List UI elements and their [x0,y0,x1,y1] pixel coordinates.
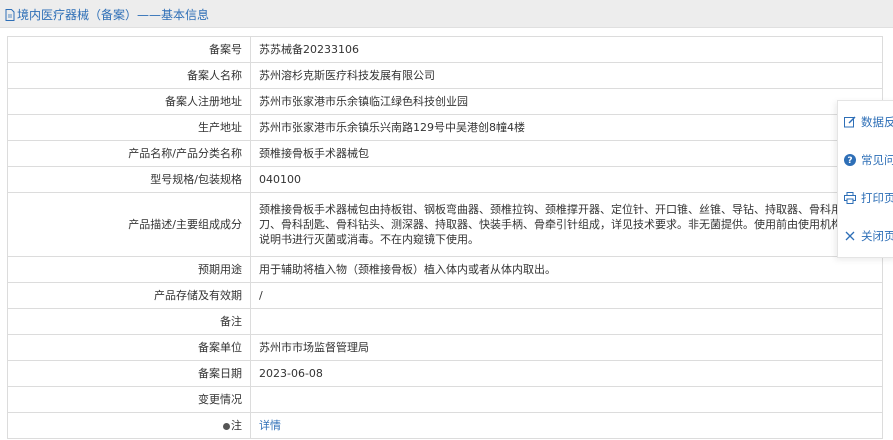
row-label: 产品描述/主要组成成分 [7,192,251,257]
row-label: 备注 [7,308,251,335]
table-row: 备案人注册地址 苏州市张家港市乐余镇临江绿色科技创业园 [7,88,883,115]
row-value [250,308,883,335]
edit-icon [844,116,856,128]
faq-button[interactable]: ? 常见问题 [838,141,893,179]
row-label: 注 [231,419,242,432]
table-row: 备注 [7,308,883,335]
table-row: 生产地址 苏州市张家港市乐余镇乐兴南路129号中吴港创8幢4楼 [7,114,883,141]
table-row: 备案单位 苏州市市场监督管理局 [7,334,883,361]
row-value: 颈椎接骨板手术器械包 [250,140,883,167]
document-icon [5,8,15,21]
page-header: 境内医疗器械（备案）——基本信息 [0,0,893,28]
feedback-label: 数据反馈 [861,115,893,129]
row-value: 苏州市市场监督管理局 [250,334,883,361]
row-value: 苏州市张家港市乐余镇临江绿色科技创业园 [250,88,883,115]
page-title: 境内医疗器械（备案）——基本信息 [5,6,209,23]
table-row: 产品名称/产品分类名称 颈椎接骨板手术器械包 [7,140,883,167]
question-icon: ? [844,154,856,166]
table-row: 变更情况 [7,386,883,413]
close-page-button[interactable]: 关闭页面 [838,217,893,255]
row-value: 2023-06-08 [250,360,883,387]
print-label: 打印页面 [861,191,893,205]
print-icon [844,192,856,204]
row-label: 预期用途 [7,256,251,283]
close-icon [845,231,855,241]
row-value: 苏州市张家港市乐余镇乐兴南路129号中吴港创8幢4楼 [250,114,883,141]
row-label: 型号规格/包装规格 [7,166,251,193]
info-table: 备案号 苏苏械备20233106 备案人名称 苏州溶杉克斯医疗科技发展有限公司 … [7,36,883,439]
row-label: 备案日期 [7,360,251,387]
row-label: 备案号 [7,36,251,63]
details-link[interactable]: 详情 [259,419,281,432]
table-row: 注 详情 [7,412,883,439]
table-row: 预期用途 用于辅助将植入物（颈椎接骨板）植入体内或者从体内取出。 [7,256,883,283]
floating-side-panel: 数据反馈 ? 常见问题 打印页面 关闭页面 [837,100,893,258]
row-label: 变更情况 [7,386,251,413]
row-label: 产品存储及有效期 [7,282,251,309]
row-label: 备案人注册地址 [7,88,251,115]
row-value: 苏苏械备20233106 [250,36,883,63]
table-row: 产品存储及有效期 / [7,282,883,309]
row-label: 备案人名称 [7,62,251,89]
row-value: 用于辅助将植入物（颈椎接骨板）植入体内或者从体内取出。 [250,256,883,283]
table-row: 型号规格/包装规格 040100 [7,166,883,193]
print-button[interactable]: 打印页面 [838,179,893,217]
faq-label: 常见问题 [861,153,893,167]
table-row: 备案人名称 苏州溶杉克斯医疗科技发展有限公司 [7,62,883,89]
note-label-cell: 注 [7,412,251,439]
row-value: 苏州溶杉克斯医疗科技发展有限公司 [250,62,883,89]
row-label: 备案单位 [7,334,251,361]
table-row: 备案日期 2023-06-08 [7,360,883,387]
row-value: 040100 [250,166,883,193]
row-value [250,386,883,413]
table-row: 产品描述/主要组成成分 颈椎接骨板手术器械包由持板钳、钢板弯曲器、颈椎拉钩、颈椎… [7,192,883,257]
feedback-button[interactable]: 数据反馈 [838,103,893,141]
table-row: 备案号 苏苏械备20233106 [7,36,883,63]
row-label: 生产地址 [7,114,251,141]
svg-text:?: ? [847,156,852,166]
row-value: 颈椎接骨板手术器械包由持板钳、钢板弯曲器、颈椎拉钩、颈椎撑开器、定位针、开口锥、… [250,192,883,257]
close-page-label: 关闭页面 [861,229,893,243]
row-value: 详情 [250,412,883,439]
row-label: 产品名称/产品分类名称 [7,140,251,167]
page-title-text: 境内医疗器械（备案）——基本信息 [17,8,210,22]
pin-icon [223,422,230,430]
row-value: / [250,282,883,309]
